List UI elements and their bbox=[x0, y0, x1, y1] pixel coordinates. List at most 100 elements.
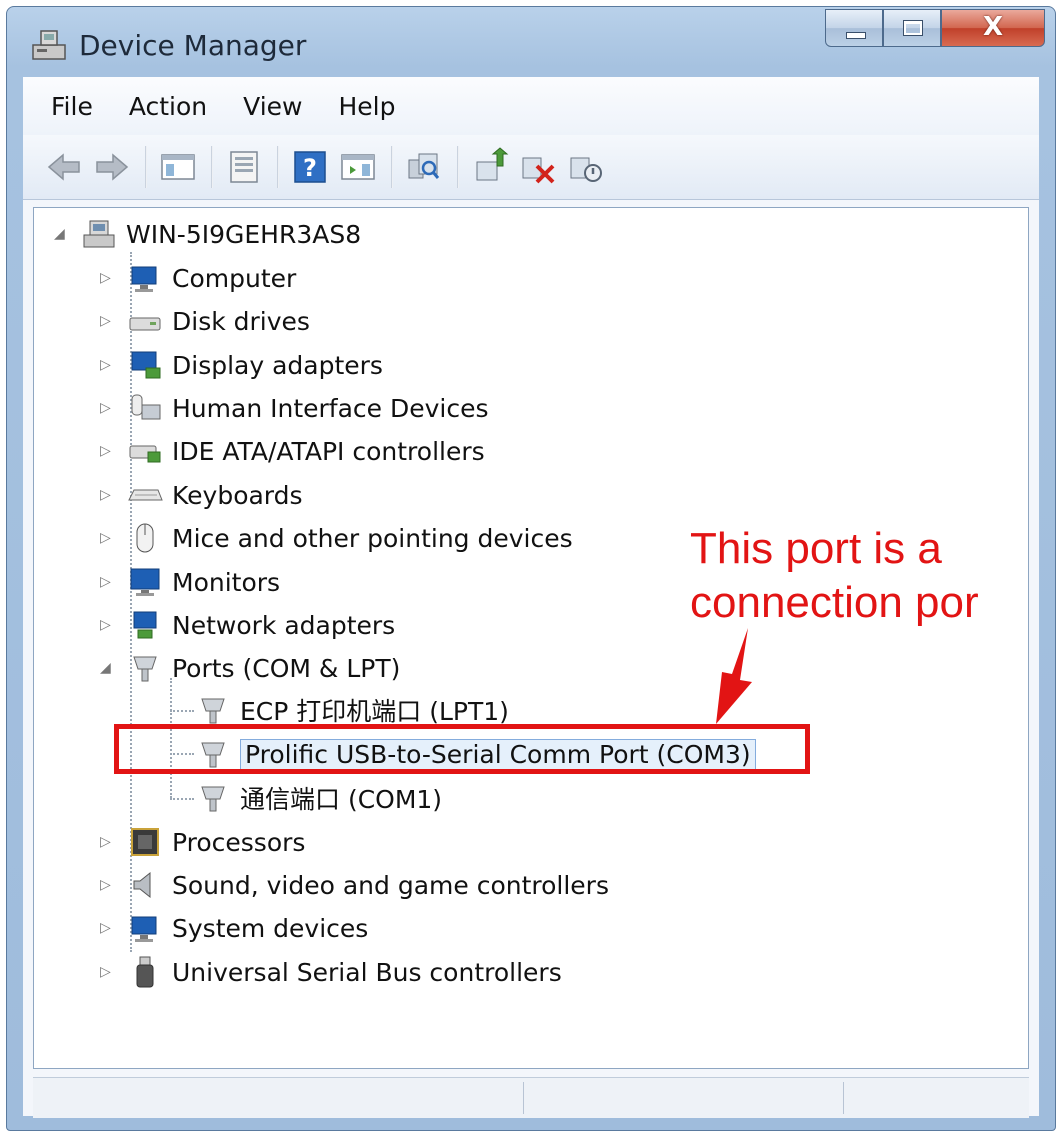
tree-item-keyboards[interactable]: ▷ Keyboards bbox=[100, 475, 303, 515]
tree-item-ports[interactable]: ◢ Ports (COM & LPT) bbox=[100, 648, 400, 688]
svg-text:?: ? bbox=[303, 154, 317, 182]
expand-arrow-icon[interactable]: ▷ bbox=[100, 313, 114, 329]
tree-item-label: Display adapters bbox=[172, 350, 383, 380]
tree-item-com1[interactable]: 通信端口 (COM1) bbox=[194, 778, 442, 818]
toolbar-separator bbox=[457, 146, 459, 188]
computer-root-icon bbox=[80, 217, 118, 251]
update-driver-icon bbox=[476, 147, 509, 181]
status-separator bbox=[843, 1082, 844, 1114]
port-icon bbox=[194, 693, 232, 727]
menu-bar: File Action View Help bbox=[23, 77, 1039, 135]
tree-item-label: ECP 打印机端口 (LPT1) bbox=[240, 697, 509, 726]
expand-arrow-icon[interactable]: ▷ bbox=[100, 443, 114, 459]
computer-icon bbox=[126, 261, 164, 295]
expand-arrow-icon[interactable]: ▷ bbox=[100, 530, 114, 546]
forward-button[interactable] bbox=[91, 146, 133, 188]
menu-action[interactable]: Action bbox=[129, 92, 207, 121]
port-icon bbox=[194, 781, 232, 815]
tree-item-label: System devices bbox=[172, 913, 369, 943]
disk-drive-icon bbox=[126, 304, 164, 338]
tree-item-human-interface-devices[interactable]: ▷ Human Interface Devices bbox=[100, 388, 489, 428]
root-label: WIN-5I9GEHR3AS8 bbox=[126, 219, 362, 249]
tree-connector bbox=[170, 710, 194, 712]
expand-arrow-icon[interactable]: ▷ bbox=[100, 920, 114, 936]
tree-item-sound[interactable]: ▷ Sound, video and game controllers bbox=[100, 865, 609, 905]
menu-help[interactable]: Help bbox=[338, 92, 395, 121]
tree-connector bbox=[170, 798, 194, 800]
tree-item-label: Monitors bbox=[172, 567, 281, 597]
tree-item-label: Ports (COM & LPT) bbox=[172, 653, 401, 683]
collapse-arrow-icon[interactable]: ◢ bbox=[54, 226, 68, 242]
monitor-icon bbox=[126, 565, 164, 599]
tree-item-label: Universal Serial Bus controllers bbox=[172, 957, 562, 987]
tree-item-label: Processors bbox=[172, 827, 306, 857]
expand-arrow-icon[interactable]: ▷ bbox=[100, 487, 114, 503]
show-hide-action-pane-icon bbox=[341, 154, 375, 180]
help-button[interactable]: ? bbox=[289, 146, 331, 188]
system-devices-icon bbox=[126, 911, 164, 945]
toolbar-separator bbox=[211, 146, 213, 188]
toolbar-separator bbox=[145, 146, 147, 188]
expand-arrow-icon[interactable]: ▷ bbox=[100, 357, 114, 373]
tree-item-label: Human Interface Devices bbox=[172, 393, 489, 423]
properties-button[interactable] bbox=[223, 146, 265, 188]
close-button[interactable]: X bbox=[941, 9, 1045, 47]
tree-item-mice[interactable]: ▷ Mice and other pointing devices bbox=[100, 518, 573, 558]
port-icon bbox=[126, 651, 164, 685]
menu-file[interactable]: File bbox=[51, 92, 93, 121]
device-tree[interactable]: ◢ WIN-5I9GEHR3AS8 ▷ Computer ▷ Disk driv… bbox=[33, 207, 1029, 1069]
tree-item-disk-drives[interactable]: ▷ Disk drives bbox=[100, 301, 310, 341]
expand-arrow-icon[interactable]: ▷ bbox=[100, 400, 114, 416]
scan-hardware-button[interactable] bbox=[403, 146, 445, 188]
tree-item-ide-ata-atapi-controllers[interactable]: ▷ IDE ATA/ATAPI controllers bbox=[100, 431, 485, 471]
expand-arrow-icon[interactable]: ▷ bbox=[100, 834, 114, 850]
back-button[interactable] bbox=[43, 146, 85, 188]
help-icon: ? bbox=[294, 151, 326, 183]
tree-item-label: Disk drives bbox=[172, 306, 310, 336]
show-hide-action-pane-button[interactable] bbox=[337, 146, 379, 188]
menu-view[interactable]: View bbox=[243, 92, 302, 121]
maximize-button[interactable] bbox=[883, 9, 941, 47]
mouse-icon bbox=[126, 521, 164, 555]
expand-arrow-icon[interactable]: ▷ bbox=[100, 964, 114, 980]
properties-icon bbox=[230, 151, 258, 183]
hid-icon bbox=[126, 391, 164, 425]
title-bar[interactable]: Device Manager X bbox=[7, 7, 1055, 77]
annotation-arrow-icon bbox=[716, 628, 752, 724]
expand-arrow-icon[interactable]: ▷ bbox=[100, 574, 114, 590]
maximize-icon bbox=[903, 20, 923, 36]
show-hide-console-tree-button[interactable] bbox=[157, 146, 199, 188]
network-adapter-icon bbox=[126, 608, 164, 642]
tree-item-label: IDE ATA/ATAPI controllers bbox=[172, 436, 485, 466]
toolbar: ? bbox=[23, 135, 1039, 200]
annotation-line-1: This port is a bbox=[690, 524, 942, 573]
tree-item-system-devices[interactable]: ▷ System devices bbox=[100, 908, 368, 948]
expand-arrow-icon[interactable]: ▷ bbox=[100, 877, 114, 893]
status-separator bbox=[523, 1082, 524, 1114]
expand-arrow-icon[interactable]: ▷ bbox=[100, 270, 114, 286]
scan-hardware-icon bbox=[408, 153, 440, 179]
tree-item-display-adapters[interactable]: ▷ Display adapters bbox=[100, 345, 383, 385]
show-hide-console-tree-icon bbox=[161, 154, 195, 180]
annotation-highlight-box bbox=[114, 724, 810, 774]
tree-item-label: Mice and other pointing devices bbox=[172, 523, 573, 553]
tree-item-usb-controllers[interactable]: ▷ Universal Serial Bus controllers bbox=[100, 952, 562, 992]
status-bar bbox=[33, 1077, 1029, 1118]
tree-item-label: Sound, video and game controllers bbox=[172, 870, 609, 900]
minimize-button[interactable] bbox=[825, 9, 883, 47]
tree-item-monitors[interactable]: ▷ Monitors bbox=[100, 562, 280, 602]
expand-arrow-icon[interactable]: ▷ bbox=[100, 617, 114, 633]
disable-device-button[interactable] bbox=[565, 146, 607, 188]
collapse-arrow-icon[interactable]: ◢ bbox=[100, 660, 114, 676]
close-icon: X bbox=[982, 12, 1004, 42]
display-adapter-icon bbox=[126, 348, 164, 382]
annotation-line-2: connection por bbox=[690, 578, 979, 627]
tree-item-processors[interactable]: ▷ Processors bbox=[100, 822, 305, 862]
forward-icon bbox=[96, 153, 129, 181]
tree-root-node[interactable]: ◢ WIN-5I9GEHR3AS8 bbox=[52, 214, 361, 254]
uninstall-button[interactable] bbox=[517, 146, 559, 188]
tree-item-network-adapters[interactable]: ▷ Network adapters bbox=[100, 605, 395, 645]
tree-item-computer[interactable]: ▷ Computer bbox=[100, 258, 296, 298]
update-driver-button[interactable] bbox=[469, 146, 511, 188]
ide-controller-icon bbox=[126, 434, 164, 468]
